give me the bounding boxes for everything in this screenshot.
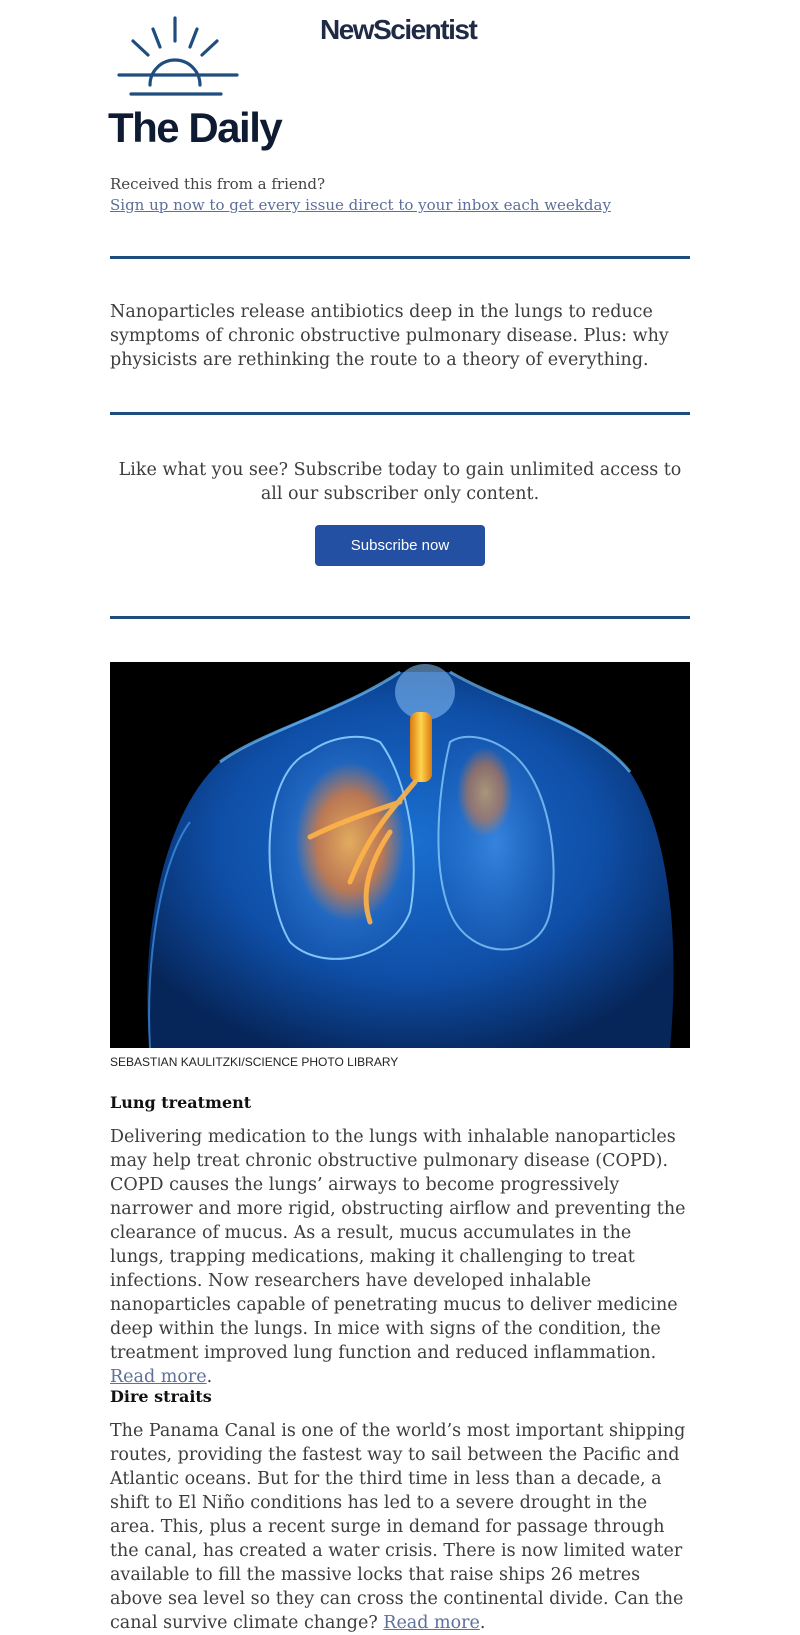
story-text: Delivering medication to the lungs with … bbox=[110, 1127, 686, 1363]
story-body: The Panama Canal is one of the world’s m… bbox=[110, 1419, 690, 1635]
intro-text: Nanoparticles release antibiotics deep i… bbox=[110, 302, 669, 370]
sunrise-icon bbox=[117, 16, 239, 96]
subscribe-button[interactable]: Subscribe now bbox=[315, 525, 485, 566]
story-heading: Lung treatment bbox=[110, 1093, 252, 1112]
read-more-link[interactable]: Read more bbox=[110, 1367, 207, 1387]
lung-illustration-image[interactable] bbox=[110, 662, 690, 1048]
read-more-link[interactable]: Read more bbox=[383, 1613, 480, 1633]
story-heading: Dire straits bbox=[110, 1387, 212, 1406]
divider bbox=[110, 616, 690, 619]
subscribe-promo-text: Like what you see? Subscribe today to ga… bbox=[118, 460, 682, 504]
received-text: Received this from a friend? bbox=[110, 175, 326, 193]
brand-logo[interactable]: NewScientist bbox=[320, 14, 478, 46]
signup-link[interactable]: Sign up now to get every issue direct to… bbox=[110, 196, 690, 214]
newsletter: NewScientist The Daily Received this fro… bbox=[0, 0, 800, 1633]
image-credit: SEBASTIAN KAULITZKI/SCIENCE PHOTO LIBRAR… bbox=[110, 1055, 399, 1069]
story-body: Delivering medication to the lungs with … bbox=[110, 1125, 690, 1389]
story-text: The Panama Canal is one of the world’s m… bbox=[110, 1421, 686, 1633]
divider bbox=[110, 412, 690, 415]
divider bbox=[110, 256, 690, 259]
newsletter-title: The Daily bbox=[108, 104, 283, 151]
lung-illustration-graphic bbox=[110, 662, 690, 1048]
story-tail: . bbox=[479, 1613, 486, 1633]
story-tail: . bbox=[206, 1367, 213, 1387]
